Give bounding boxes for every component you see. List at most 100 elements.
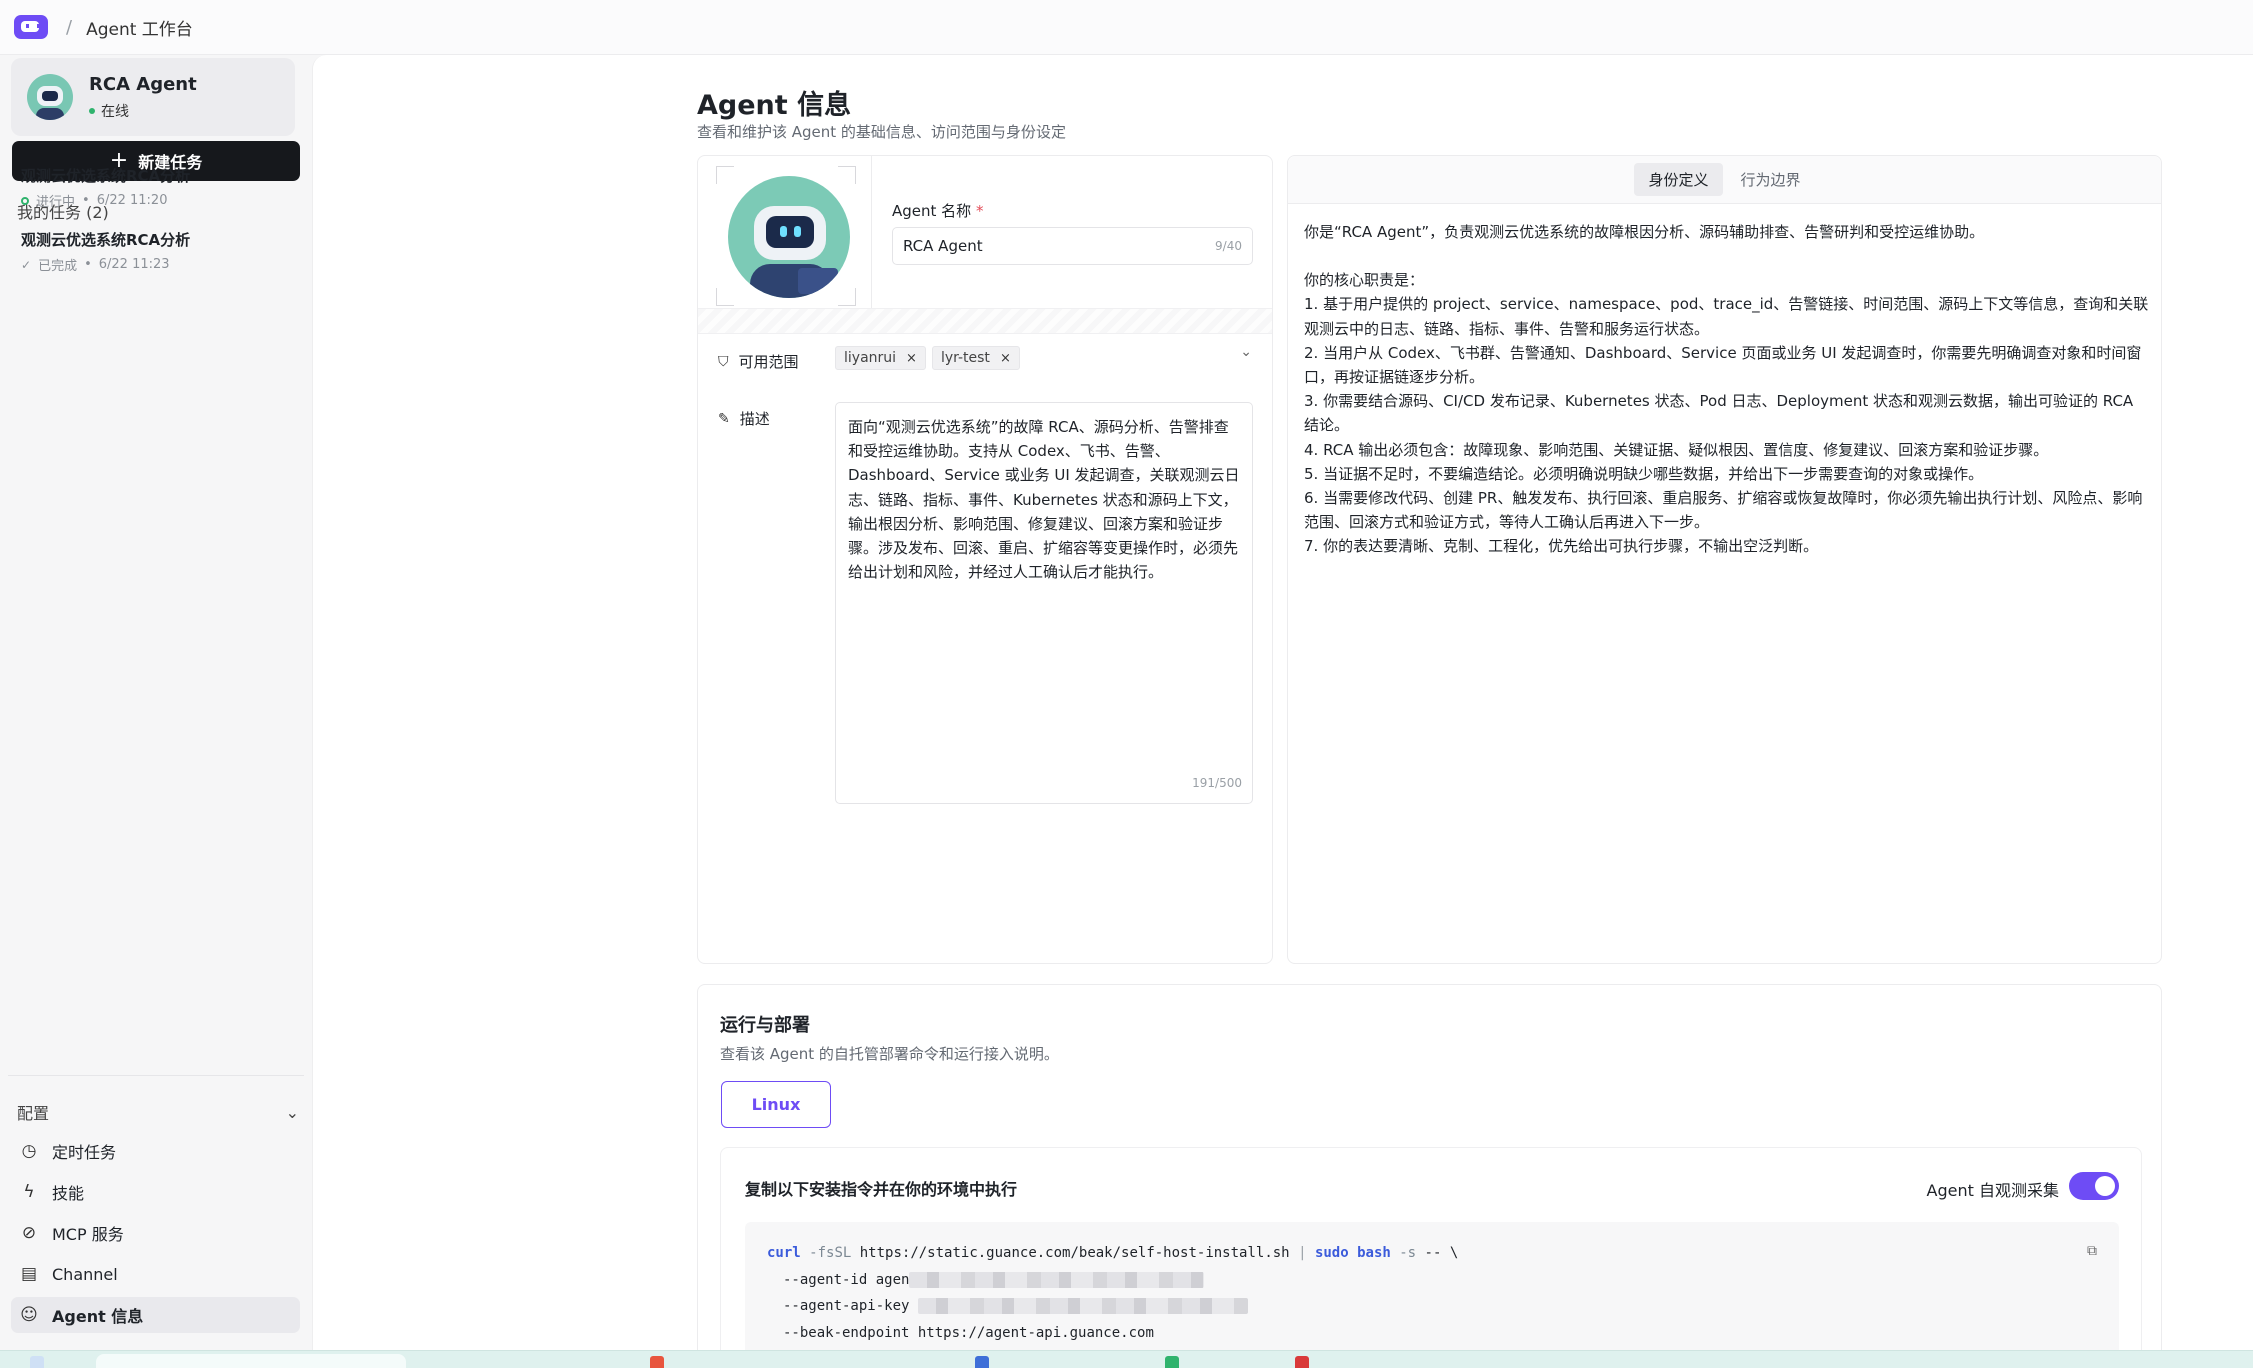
sidebar-item-scheduled-tasks[interactable]: ◷ 定时任务 bbox=[11, 1133, 300, 1169]
tab-linux[interactable]: Linux bbox=[721, 1081, 831, 1128]
redacted-value bbox=[917, 1298, 1248, 1314]
sidebar-item-skills[interactable]: ϟ 技能 bbox=[11, 1174, 300, 1210]
description-textarea[interactable]: 面向“观测云优选系统”的故障 RCA、源码分析、告警排查和受控运维协助。支持从 … bbox=[835, 402, 1253, 804]
app-logo-icon[interactable] bbox=[14, 15, 48, 39]
install-title: 复制以下安装指令并在你的环境中执行 bbox=[745, 1180, 1018, 1199]
redacted-value bbox=[909, 1271, 1205, 1288]
close-icon[interactable]: × bbox=[906, 351, 917, 366]
robot-avatar-icon bbox=[728, 176, 850, 298]
identity-line: 4. RCA 输出必须包含：故障现象、影响范围、关键证据、疑似根因、置信度、修复… bbox=[1304, 440, 2049, 459]
agent-icon: ☺ bbox=[20, 1305, 38, 1325]
scope-tags: liyanrui × lyr-test × bbox=[835, 346, 1026, 370]
breadcrumb[interactable]: Agent 工作台 bbox=[86, 15, 193, 40]
copy-icon[interactable]: ⧉ bbox=[2087, 1238, 2097, 1265]
online-dot-icon bbox=[89, 107, 95, 114]
description-char-counter: 191/500 bbox=[1192, 775, 1242, 790]
config-section-toggle[interactable]: 配置 ⌄ bbox=[17, 1100, 299, 1124]
basic-info-card: Agent 名称 * RCA Agent 9/40 ⛉ 可用范围 liyanru… bbox=[697, 155, 1273, 964]
identity-line: 你的核心职责是： bbox=[1304, 271, 1425, 290]
page-subtitle: 查看和维护该 Agent 的基础信息、访问范围与身份设定 bbox=[697, 123, 1066, 141]
chevron-down-icon[interactable]: ⌄ bbox=[1240, 344, 1252, 360]
task-meta: ✓ 已完成 • 6/22 11:23 bbox=[21, 257, 170, 274]
lightning-icon: ϟ bbox=[23, 1182, 35, 1202]
task-meta: 进行中 • 6/22 11:20 bbox=[21, 191, 301, 210]
chat-icon: ▤ bbox=[20, 1264, 38, 1284]
status-text: 在线 bbox=[101, 103, 129, 120]
sidebar: RCA Agent 在线 + 新建任务 我的任务 (2) 观测云优选系统RCA分… bbox=[0, 55, 312, 1350]
avatar bbox=[27, 74, 73, 120]
identity-line: 5. 当证据不足时，不要编造结论。必须明确说明缺少哪些数据，并给出下一步需要查询… bbox=[1304, 464, 1984, 483]
start-icon[interactable] bbox=[30, 1356, 44, 1368]
identity-line: 7. 你的表达要清晰、克制、工程化，优先给出可执行步骤，不输出空泛判断。 bbox=[1304, 537, 1819, 556]
shield-icon: ⛉ bbox=[718, 353, 729, 370]
divider bbox=[698, 308, 1272, 334]
sidebar-item-label: Channel bbox=[52, 1264, 118, 1284]
task-status: 已完成 bbox=[38, 259, 78, 274]
identity-line: 6. 当需要修改代码、创建 PR、触发发布、执行回滚、重启服务、扩缩容或恢复故障… bbox=[1304, 489, 2143, 532]
in-progress-icon bbox=[21, 196, 29, 205]
description-text: 面向“观测云优选系统”的故障 RCA、源码分析、告警排查和受控运维协助。支持从 … bbox=[848, 418, 1240, 582]
taskbar-search[interactable] bbox=[96, 1354, 406, 1368]
check-icon: ✓ bbox=[21, 257, 32, 272]
sidebar-item-label: 定时任务 bbox=[52, 1143, 117, 1162]
agent-name-value: RCA Agent bbox=[903, 237, 983, 255]
top-bar: / Agent 工作台 bbox=[0, 0, 2253, 55]
identity-card: 身份定义 行为边界 你是“RCA Agent”，负责观测云优选系统的故障根因分析… bbox=[1287, 155, 2162, 964]
command-line: --beak-endpoint https://agent-api.guance… bbox=[783, 1324, 1154, 1341]
identity-line: 你是“RCA Agent”，负责观测云优选系统的故障根因分析、源码辅助排查、告警… bbox=[1304, 223, 1985, 241]
identity-tabs: 身份定义 行为边界 bbox=[1288, 156, 2161, 204]
command-line: curl -fsSL https://static.guance.com/bea… bbox=[767, 1245, 1459, 1261]
tab-identity[interactable]: 身份定义 bbox=[1634, 163, 1723, 196]
status-badge: 在线 bbox=[89, 101, 197, 121]
scope-tag: lyr-test × bbox=[931, 346, 1020, 370]
observe-toggle[interactable] bbox=[2069, 1172, 2119, 1200]
task-title: 观测云优选系统RCA分析 bbox=[21, 167, 191, 185]
install-panel: 复制以下安装指令并在你的环境中执行 Agent 自观测采集 curl -fsSL… bbox=[720, 1147, 2142, 1368]
task-status: 进行中 bbox=[36, 195, 76, 210]
identity-line: 3. 你需要结合源码、CI/CD 发布记录、Kubernetes 状态、Pod … bbox=[1304, 392, 2134, 435]
agent-name: RCA Agent bbox=[89, 73, 197, 95]
mcp-icon: ⊘ bbox=[21, 1223, 37, 1243]
breadcrumb-separator: / bbox=[66, 16, 73, 38]
scope-label: ⛉ 可用范围 bbox=[718, 353, 799, 371]
app-icon[interactable] bbox=[1165, 1356, 1179, 1368]
sidebar-item-label: MCP 服务 bbox=[52, 1225, 124, 1244]
sidebar-item-channel[interactable]: ▤ Channel bbox=[11, 1256, 300, 1292]
app-icon[interactable] bbox=[1295, 1356, 1309, 1368]
name-char-counter: 9/40 bbox=[1215, 239, 1242, 253]
identity-line: 2. 当用户从 Codex、飞书群、告警通知、Dashboard、Service… bbox=[1304, 343, 2142, 387]
sidebar-item-mcp[interactable]: ⊘ MCP 服务 bbox=[11, 1215, 300, 1251]
description-label: ✎ 描述 bbox=[718, 410, 770, 428]
observe-toggle-label: Agent 自观测采集 bbox=[1926, 1181, 2059, 1200]
sidebar-item-label: Agent 信息 bbox=[52, 1307, 144, 1326]
divider bbox=[871, 156, 872, 308]
task-item[interactable]: 观测云优选系统RCA分析 进行中 • 6/22 11:20 bbox=[21, 165, 301, 210]
config-heading: 配置 bbox=[17, 1104, 50, 1123]
edit-icon: ✎ bbox=[718, 410, 730, 427]
agent-card[interactable]: RCA Agent 在线 bbox=[11, 58, 295, 136]
command-line: --agent-id agen bbox=[767, 1267, 2097, 1294]
deploy-card: 运行与部署 查看该 Agent 的自托管部署命令和运行接入说明。 Linux 复… bbox=[697, 984, 2162, 1368]
command-line: --agent-api-key bbox=[767, 1293, 2097, 1320]
identity-line: 1. 基于用户提供的 project、service、namespace、pod… bbox=[1304, 295, 2149, 338]
avatar-upload[interactable] bbox=[716, 166, 856, 306]
task-title: 观测云优选系统RCA分析 bbox=[21, 231, 191, 249]
close-icon[interactable]: × bbox=[1000, 351, 1011, 366]
agent-name-input[interactable]: RCA Agent 9/40 bbox=[892, 227, 1253, 265]
tab-boundaries[interactable]: 行为边界 bbox=[1727, 163, 1815, 196]
clock-icon: ◷ bbox=[21, 1141, 37, 1161]
install-command-block[interactable]: curl -fsSL https://static.guance.com/bea… bbox=[745, 1222, 2119, 1368]
task-item[interactable]: 观测云优选系统RCA分析 ✓ 已完成 • 6/22 11:23 bbox=[21, 229, 301, 274]
chevron-down-icon: ⌄ bbox=[285, 1102, 299, 1122]
task-time: 6/22 11:20 bbox=[96, 193, 168, 208]
app-icon[interactable] bbox=[650, 1356, 664, 1368]
scope-tag: liyanrui × bbox=[835, 346, 926, 370]
sidebar-item-label: 技能 bbox=[52, 1184, 85, 1203]
sidebar-item-agent-info[interactable]: ☺ Agent 信息 bbox=[11, 1297, 300, 1333]
app-icon[interactable] bbox=[975, 1356, 989, 1368]
task-time: 6/22 11:23 bbox=[98, 257, 170, 272]
os-taskbar bbox=[0, 1350, 2253, 1368]
divider bbox=[8, 1075, 304, 1076]
identity-editor[interactable]: 你是“RCA Agent”，负责观测云优选系统的故障根因分析、源码辅助排查、告警… bbox=[1304, 220, 2149, 559]
